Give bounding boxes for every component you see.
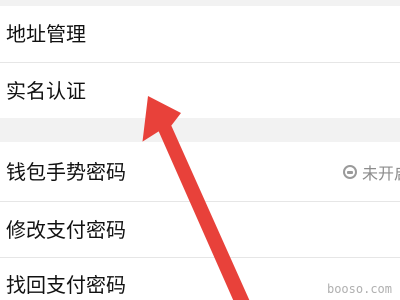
menu-item-label: 找回支付密码 bbox=[6, 273, 126, 297]
status-indicator: 未开启 bbox=[342, 142, 400, 201]
status-text: 未开启 bbox=[361, 163, 400, 183]
menu-item-real-name-verification[interactable]: 实名认证 bbox=[0, 63, 400, 118]
menu-item-label: 地址管理 bbox=[6, 22, 86, 46]
menu-item-address-management[interactable]: 地址管理 bbox=[0, 6, 400, 62]
section-gap bbox=[0, 118, 400, 142]
menu-item-change-payment-password[interactable]: 修改支付密码 bbox=[0, 202, 400, 257]
menu-item-wallet-gesture-password[interactable]: 钱包手势密码 未开启 bbox=[0, 142, 400, 201]
menu-item-label: 钱包手势密码 bbox=[6, 160, 126, 184]
menu-item-label: 修改支付密码 bbox=[6, 218, 126, 242]
menu-item-label: 实名认证 bbox=[6, 79, 86, 103]
watermark: booso.com bbox=[326, 282, 392, 296]
lock-status-icon bbox=[342, 164, 357, 179]
